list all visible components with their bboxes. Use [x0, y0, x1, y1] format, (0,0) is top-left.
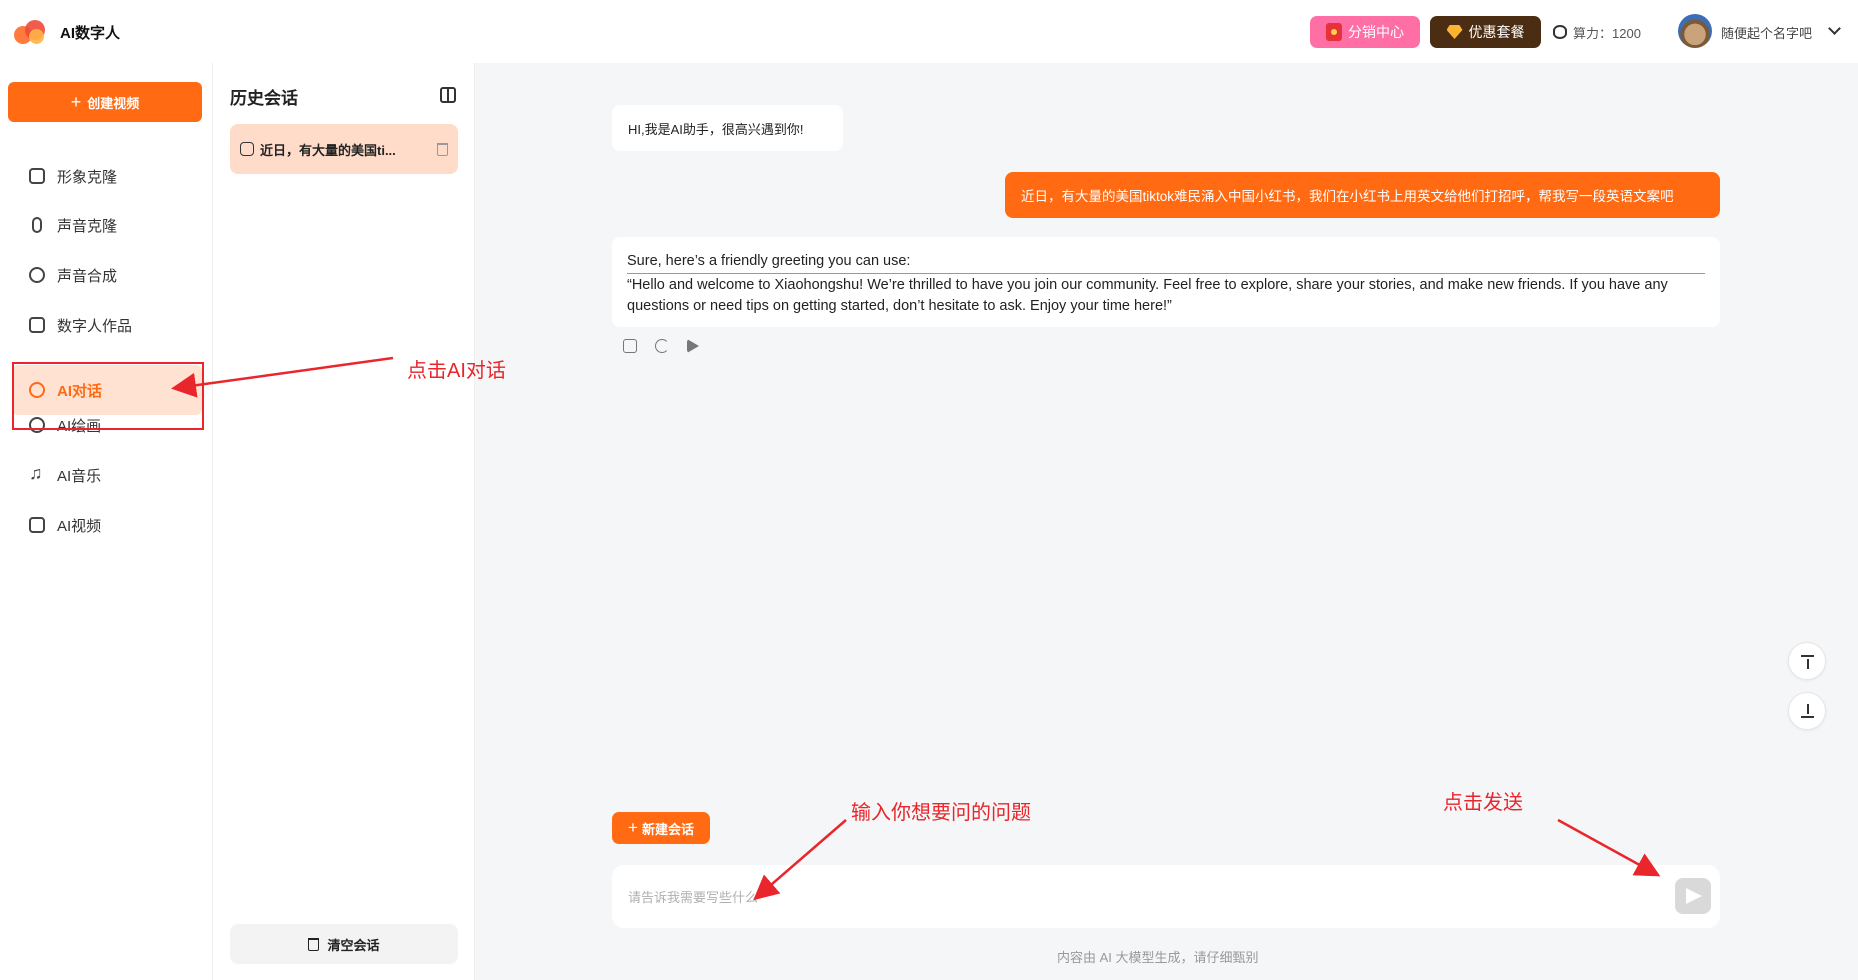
message-actions [623, 339, 699, 353]
arrow-up-to-top-icon [1801, 655, 1814, 657]
history-panel: 历史会话 近日，有大量的美国ti... 清空会话 [213, 63, 475, 980]
app-logo-icon [14, 18, 48, 46]
sidebar-item-label: 声音克隆 [57, 217, 118, 235]
new-chat-button[interactable]: + 新建会话 [612, 812, 710, 844]
coin-stack-icon [1553, 25, 1567, 39]
username[interactable]: 随便起个名字吧 [1721, 23, 1812, 42]
chat-icon [240, 142, 254, 156]
create-video-label: 创建视频 [87, 95, 140, 111]
ai-message-line: Sure, here’s a friendly greeting you can… [627, 251, 1705, 274]
sidebar-item-label: 声音合成 [57, 267, 118, 285]
refresh-icon[interactable] [655, 339, 669, 353]
user-message: 近日，有大量的美国tiktok难民涌入中国小红书，我们在小红书上用英文给他们打招… [1005, 172, 1720, 218]
video-icon [29, 517, 45, 533]
sidebar-item-label: AI视频 [57, 517, 102, 535]
sidebar-item-voice-synthesis[interactable]: 声音合成 [12, 250, 202, 300]
copy-icon[interactable] [623, 339, 637, 353]
sidebar-item-label: 形象克隆 [57, 168, 118, 186]
distribution-center-label: 分销中心 [1348, 24, 1404, 40]
video-camera-icon [29, 317, 45, 333]
ai-message-line: “Hello and welcome to Xiaohongshu! We’re… [627, 277, 1668, 314]
history-item[interactable]: 近日，有大量的美国ti... [230, 124, 458, 174]
history-title: 历史会话 [230, 89, 298, 108]
send-button[interactable] [1675, 878, 1711, 914]
discount-package-label: 优惠套餐 [1468, 24, 1525, 40]
distribution-center-button[interactable]: 分销中心 [1310, 16, 1420, 48]
chat-area: HI,我是AI助手，很高兴遇到你! 近日，有大量的美国tiktok难民涌入中国小… [475, 63, 1858, 980]
ai-message: HI,我是AI助手，很高兴遇到你! [612, 105, 843, 151]
scroll-to-bottom-button[interactable] [1788, 692, 1826, 730]
message-input[interactable] [628, 882, 1628, 912]
credits-label: 算力：1200 [1573, 25, 1641, 41]
diamond-icon [1446, 25, 1463, 39]
credits-display: 算力：1200 [1553, 22, 1641, 42]
sidebar-item-label: 数字人作品 [57, 317, 133, 335]
create-video-button[interactable]: + 创建视频 [8, 82, 202, 122]
share-icon[interactable] [687, 339, 699, 353]
sidebar-item-digital-works[interactable]: 数字人作品 [12, 300, 202, 350]
annotation-click-ai-chat: 点击AI对话 [407, 360, 506, 382]
sidebar-item-voice-clone[interactable]: 声音克隆 [12, 200, 202, 250]
sidebar-item-avatar-clone[interactable]: 形象克隆 [12, 151, 202, 201]
music-note-icon [29, 463, 45, 484]
clear-history-label: 清空会话 [327, 937, 380, 953]
sidebar-item-label: AI音乐 [57, 467, 102, 485]
annotation-input-question: 输入你想要问的问题 [851, 802, 1031, 824]
scroll-to-top-button[interactable] [1788, 642, 1826, 680]
collapse-panel-icon[interactable] [440, 87, 456, 103]
sidebar: + 创建视频 形象克隆 声音克隆 声音合成 数字人作品 AI对话 AI绘画 AI… [0, 63, 213, 980]
mic-icon [32, 217, 42, 233]
top-bar: AI数字人 分销中心 优惠套餐 算力：1200 随便起个名字吧 [0, 0, 1858, 63]
trash-icon [308, 937, 320, 951]
person-icon [29, 168, 45, 184]
history-item-label: 近日，有大量的美国ti... [260, 142, 396, 158]
annotation-click-send: 点击发送 [1443, 792, 1523, 814]
highlight-box [12, 362, 204, 430]
chevron-down-icon[interactable] [1828, 22, 1841, 35]
new-chat-label: 新建会话 [641, 821, 694, 837]
footer-note-text: 内容由 AI 大模型生成，请仔细甄别 [1057, 950, 1259, 965]
message-input-box [612, 865, 1720, 928]
audio-wave-icon [29, 267, 45, 283]
avatar[interactable] [1678, 14, 1712, 48]
red-envelope-icon [1326, 23, 1342, 41]
discount-package-button[interactable]: 优惠套餐 [1430, 16, 1541, 48]
ai-message: Sure, here’s a friendly greeting you can… [612, 237, 1720, 327]
sidebar-item-ai-music[interactable]: AI音乐 [12, 450, 202, 500]
plus-icon: + [628, 818, 638, 837]
trash-icon[interactable] [437, 142, 448, 156]
arrow-down-to-bottom-icon [1807, 704, 1809, 714]
clear-history-button[interactable]: 清空会话 [230, 924, 458, 964]
app-title: AI数字人 [60, 25, 121, 42]
plus-icon: + [70, 91, 82, 112]
sidebar-item-ai-video[interactable]: AI视频 [12, 500, 202, 550]
